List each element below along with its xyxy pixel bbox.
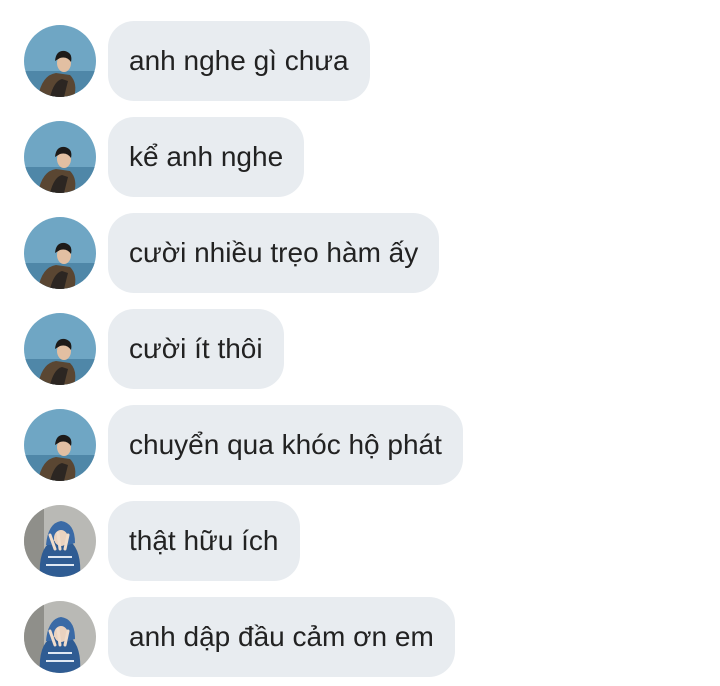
message-bubble[interactable]: anh nghe gì chưa bbox=[108, 21, 370, 101]
boy-avatar-icon bbox=[24, 313, 96, 385]
message-bubble[interactable]: chuyển qua khóc hộ phát bbox=[108, 405, 463, 485]
avatar[interactable] bbox=[24, 409, 96, 481]
boy-avatar-icon bbox=[24, 409, 96, 481]
boy-avatar-icon bbox=[24, 121, 96, 193]
message-row: cười ít thôi bbox=[24, 309, 284, 389]
message-bubble[interactable]: thật hữu ích bbox=[108, 501, 300, 581]
boy-avatar-icon bbox=[24, 217, 96, 289]
message-bubble[interactable]: anh dập đầu cảm ơn em bbox=[108, 597, 455, 677]
chat-thread: anh nghe gì chưa kể anh nghe cười nhiều … bbox=[0, 0, 720, 686]
avatar[interactable] bbox=[24, 601, 96, 673]
avatar[interactable] bbox=[24, 313, 96, 385]
message-row: chuyển qua khóc hộ phát bbox=[24, 405, 463, 485]
message-row: anh nghe gì chưa bbox=[24, 21, 370, 101]
avatar[interactable] bbox=[24, 505, 96, 577]
avatar[interactable] bbox=[24, 217, 96, 289]
boy-avatar-icon bbox=[24, 25, 96, 97]
avatar[interactable] bbox=[24, 121, 96, 193]
girl-avatar-icon bbox=[24, 601, 96, 673]
message-row: kể anh nghe bbox=[24, 117, 305, 197]
avatar[interactable] bbox=[24, 25, 96, 97]
message-bubble[interactable]: cười ít thôi bbox=[108, 309, 284, 389]
message-row: cười nhiều trẹo hàm ấy bbox=[24, 213, 440, 293]
message-row: thật hữu ích bbox=[24, 501, 300, 581]
message-bubble[interactable]: cười nhiều trẹo hàm ấy bbox=[108, 213, 440, 293]
message-bubble[interactable]: kể anh nghe bbox=[108, 117, 305, 197]
girl-avatar-icon bbox=[24, 505, 96, 577]
message-row: anh dập đầu cảm ơn em bbox=[24, 597, 455, 677]
